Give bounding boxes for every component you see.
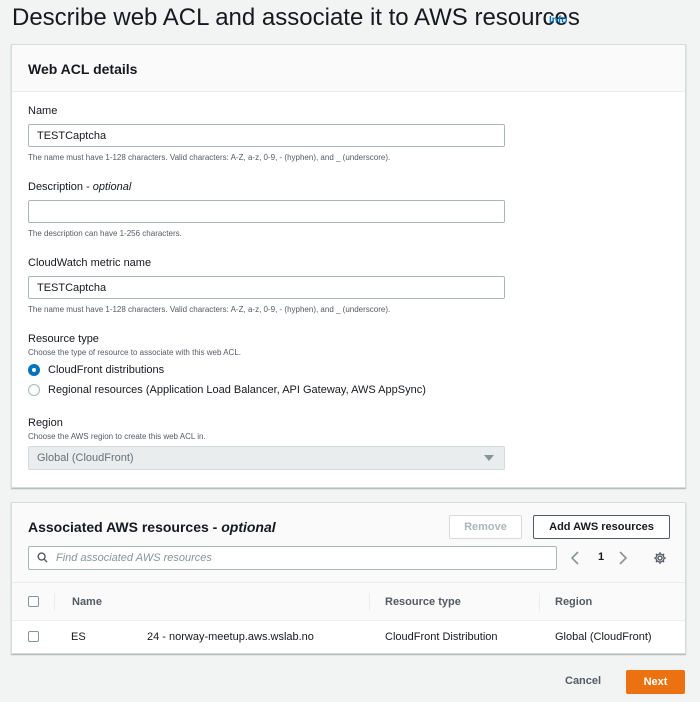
select-all-checkbox[interactable] [28, 596, 39, 607]
optional-text: optional [221, 519, 276, 535]
caret-down-icon [484, 455, 494, 461]
resource-type-label: Resource type [28, 333, 99, 345]
region-select-value: Global (CloudFront) [37, 452, 134, 464]
resource-type-hint: Choose the type of resource to associate… [28, 348, 242, 357]
row-name: 24 - norway-meetup.aws.wslab.no [147, 631, 314, 643]
table-row[interactable]: ES 24 - norway-meetup.aws.wslab.no Cloud… [12, 621, 685, 653]
next-button[interactable]: Next [626, 670, 685, 694]
search-placeholder: Find associated AWS resources [56, 552, 212, 564]
column-divider [539, 593, 540, 611]
column-divider [369, 593, 370, 611]
radio-cloudfront[interactable]: CloudFront distributions [28, 364, 164, 376]
gear-icon[interactable] [653, 551, 667, 565]
description-hint: The description can have 1-256 character… [28, 229, 182, 238]
row-checkbox[interactable] [28, 631, 39, 642]
chevron-left-icon[interactable] [570, 551, 580, 565]
column-header-region[interactable]: Region [555, 596, 592, 608]
info-link[interactable]: Info [549, 15, 567, 26]
remove-button[interactable]: Remove [449, 515, 522, 539]
name-input[interactable] [28, 124, 505, 147]
panel-header: Web ACL details [12, 45, 685, 92]
web-acl-details-panel: Web ACL details Name The name must have … [11, 44, 686, 488]
cancel-button[interactable]: Cancel [565, 675, 601, 687]
optional-text: optional [92, 181, 132, 193]
chevron-right-icon[interactable] [618, 551, 628, 565]
radio-selected-icon[interactable] [28, 364, 40, 376]
search-input[interactable]: Find associated AWS resources [28, 546, 557, 570]
row-name-start: ES [71, 631, 86, 643]
panel-header: Associated AWS resources - optional Remo… [12, 503, 685, 583]
row-region: Global (CloudFront) [555, 631, 652, 643]
panel-title: Associated AWS resources - optional [28, 519, 276, 535]
row-resource-type: CloudFront Distribution [385, 631, 498, 643]
region-select: Global (CloudFront) [28, 446, 505, 470]
radio-cloudfront-label: CloudFront distributions [48, 364, 165, 376]
description-input[interactable] [28, 200, 505, 223]
search-icon [37, 552, 48, 563]
region-label: Region [28, 417, 63, 429]
region-hint: Choose the AWS region to create this web… [28, 432, 206, 441]
radio-regional-label: Regional resources (Application Load Bal… [48, 384, 426, 396]
description-label-text: Description - [28, 181, 93, 193]
radio-regional[interactable]: Regional resources (Application Load Bal… [28, 384, 426, 396]
name-label: Name [28, 105, 58, 117]
table-header: Name Resource type Region [12, 583, 685, 621]
panel-title-text: Associated AWS resources - [28, 519, 222, 535]
column-header-name[interactable]: Name [72, 596, 102, 608]
metric-hint: The name must have 1-128 characters. Val… [28, 305, 391, 314]
radio-unselected-icon[interactable] [28, 384, 40, 396]
column-divider [54, 593, 55, 611]
metric-label: CloudWatch metric name [28, 257, 152, 269]
column-header-resource-type[interactable]: Resource type [385, 596, 461, 608]
page-title: Describe web ACL and associate it to AWS… [12, 4, 580, 31]
name-hint: The name must have 1-128 characters. Val… [28, 153, 391, 162]
page-number[interactable]: 1 [598, 551, 604, 563]
metric-input[interactable] [28, 276, 505, 299]
description-label: Description - optional [28, 181, 131, 193]
panel-title: Web ACL details [28, 61, 138, 77]
associated-resources-panel: Associated AWS resources - optional Remo… [11, 502, 686, 654]
add-resources-button[interactable]: Add AWS resources [533, 515, 670, 539]
